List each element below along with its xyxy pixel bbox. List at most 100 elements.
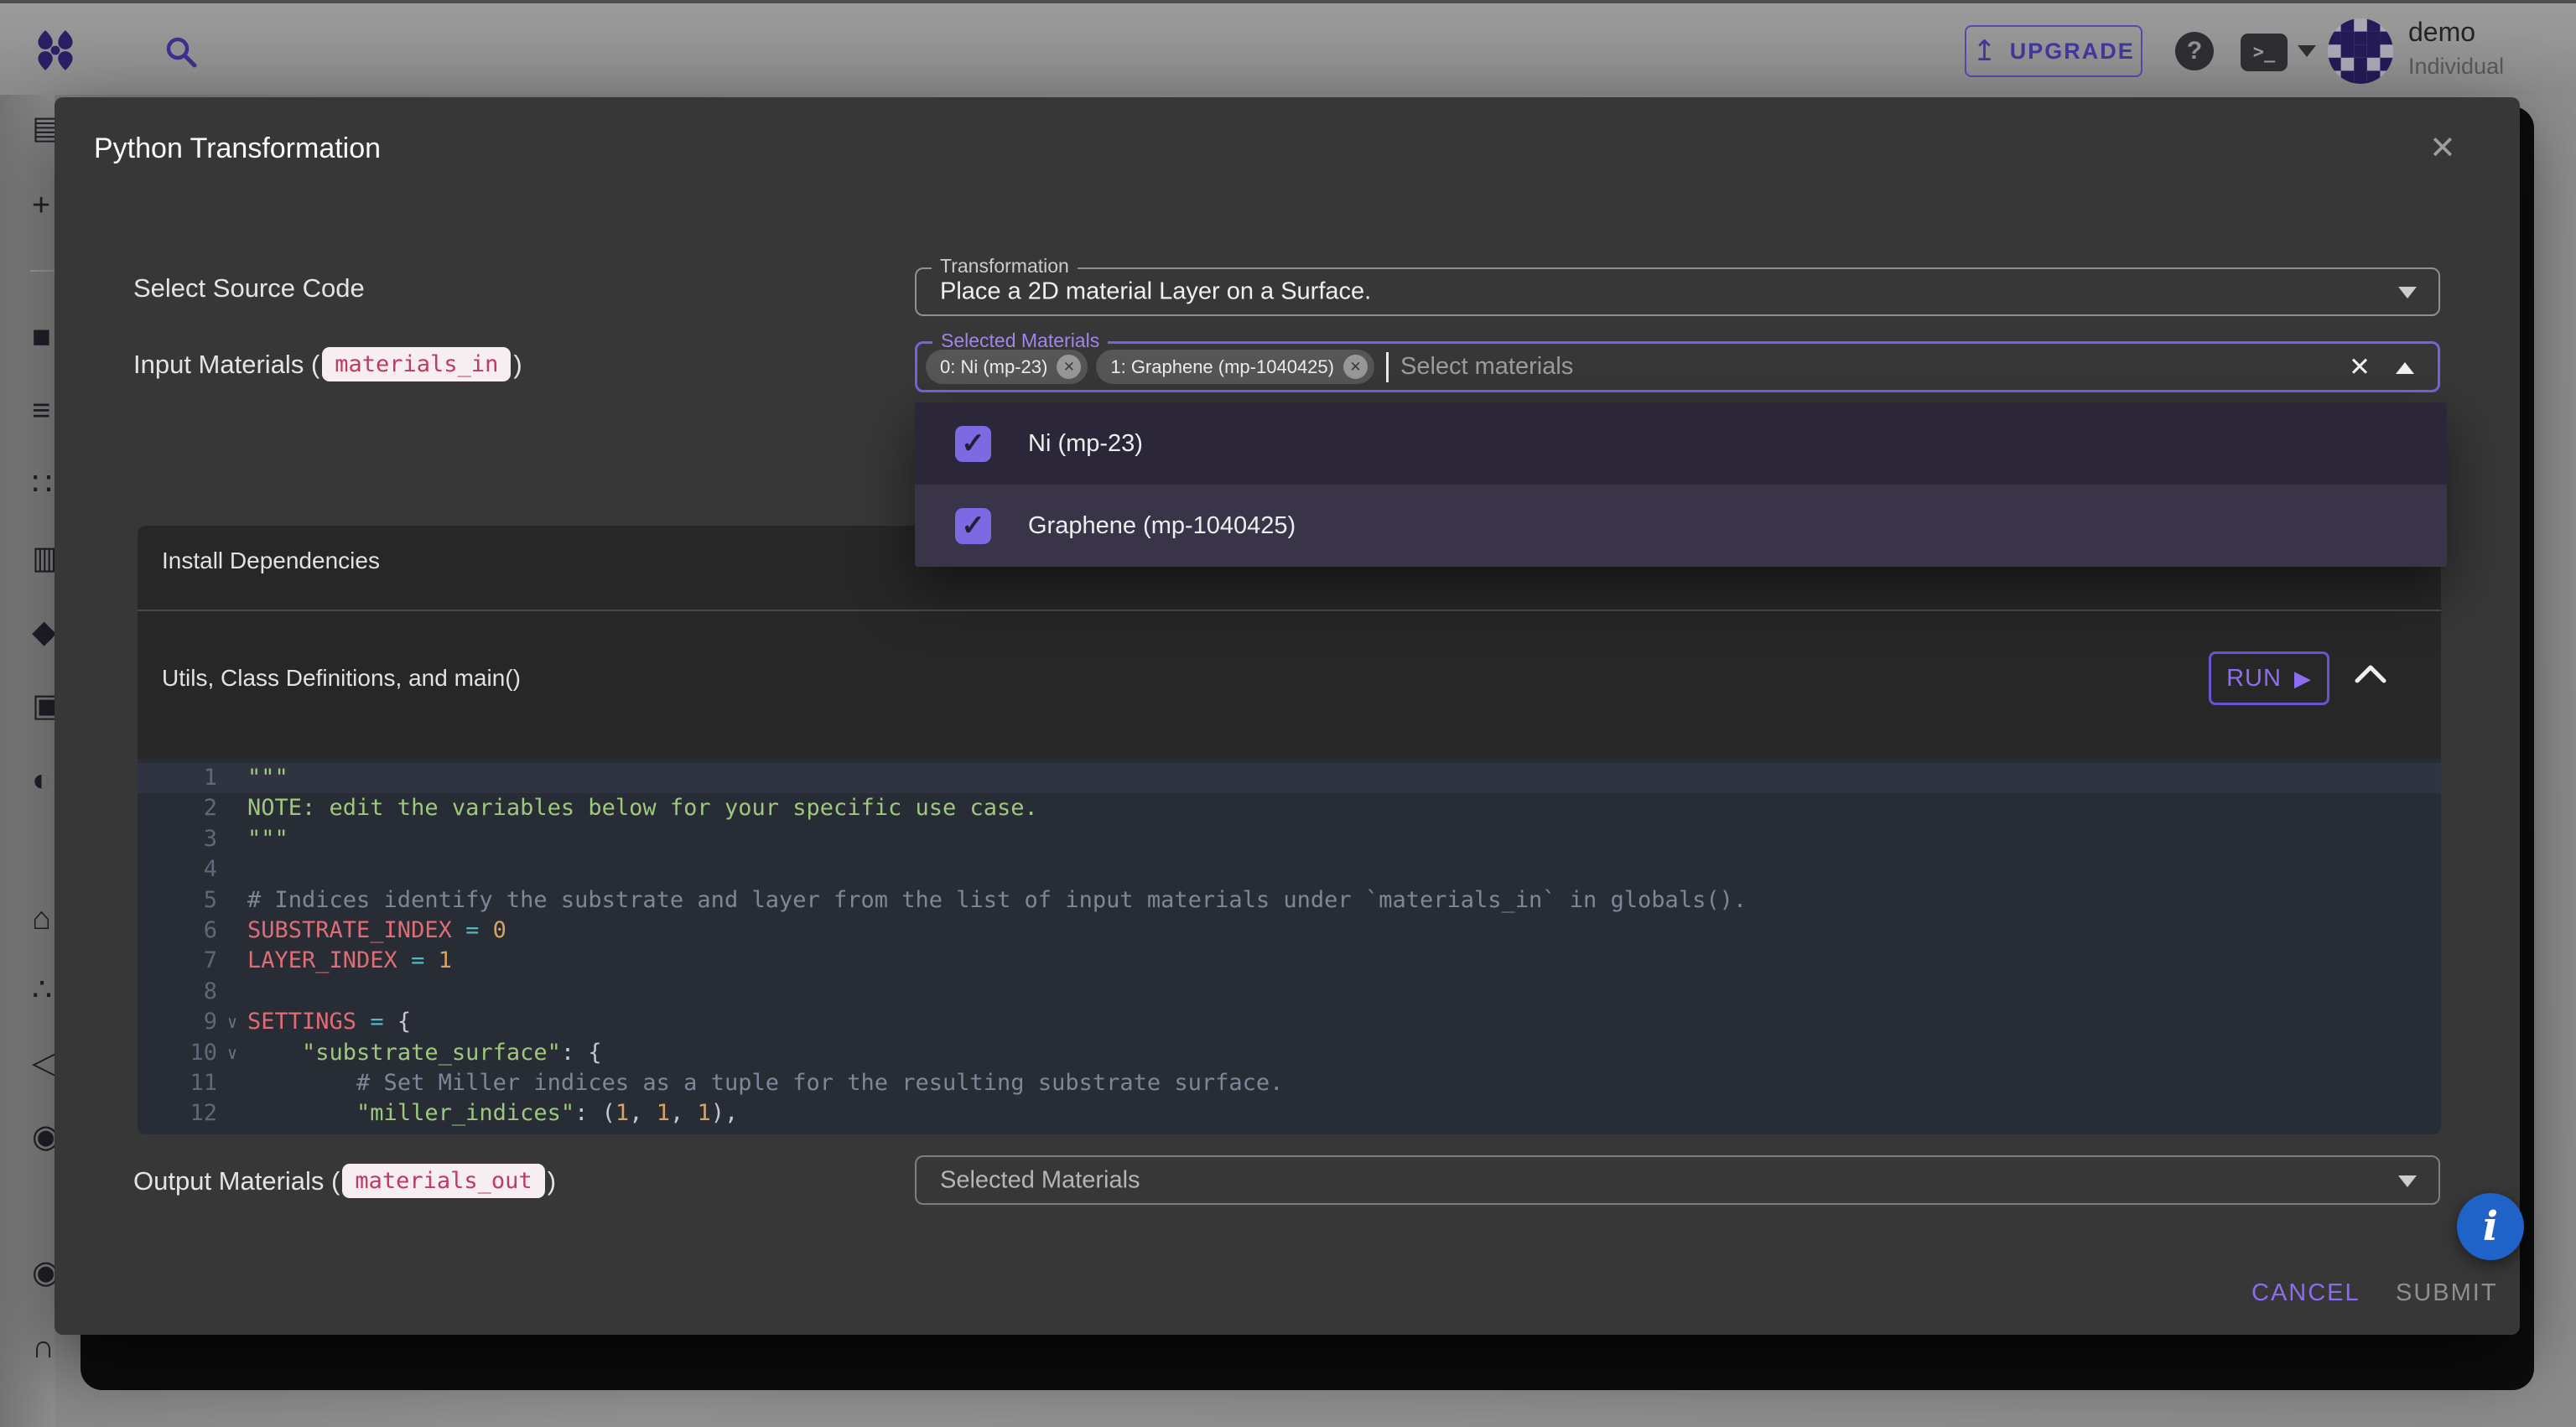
line-number: 9 [138,1007,217,1037]
line-number: 6 [138,916,217,946]
input-materials-label: Input Materials ( materials_in ) [133,347,522,381]
close-icon[interactable]: ✕ [2429,129,2456,167]
code-text: """ [247,824,288,854]
transformation-select[interactable]: Transformation Place a 2D material Layer… [915,267,2440,316]
output-materials-suffix: ) [548,1166,556,1196]
dialog-title: Python Transformation [94,132,381,165]
help-button[interactable]: ? [2175,32,2214,70]
upgrade-button[interactable]: ↥ UPGRADE [1965,25,2142,77]
web-icon[interactable]: ◉ [32,1121,55,1153]
media-icon[interactable]: ▣ [32,690,55,722]
source-code-panel: Install Dependencies Utils, Class Defini… [138,526,2441,1134]
material-option[interactable]: ✓Ni (mp-23) [915,402,2447,485]
fold-gutter [217,885,247,916]
code-text: LAYER_INDEX = 1 [247,946,452,976]
globe-icon[interactable]: ◉ [32,1257,55,1289]
upgrade-arrow-icon: ↥ [1972,34,1998,68]
line-number: 11 [138,1068,217,1098]
chip-delete-icon[interactable]: ✕ [1057,355,1081,379]
fold-gutter [217,1068,247,1098]
fold-gutter [217,946,247,976]
input-materials-prefix: Input Materials ( [133,350,319,380]
app-logo-icon[interactable] [34,29,77,72]
user-avatar[interactable] [2328,18,2393,84]
materials-in-code-chip: materials_in [322,347,511,381]
submit-button[interactable]: SUBMIT [2396,1279,2498,1307]
user-name[interactable]: demo [2408,17,2475,48]
checkbox-checked-icon[interactable]: ✓ [955,508,991,544]
chip-delete-icon[interactable]: ✕ [1343,355,1368,379]
line-number: 1 [138,763,217,793]
console-button[interactable]: >_ [2241,34,2288,71]
collapse-section-icon[interactable] [2353,663,2388,685]
material-option[interactable]: ✓Graphene (mp-1040425) [915,485,2447,567]
fold-arrow-icon[interactable]: ∨ [217,1038,247,1068]
search-icon[interactable] [164,35,198,69]
meter-icon[interactable]: ◐ [32,765,51,797]
cancel-button[interactable]: CANCEL [2251,1279,2360,1307]
section-divider [138,610,2441,611]
atoms-icon[interactable]: ∷ [32,469,52,501]
top-app-bar: ↥ UPGRADE ? >_ demo Individual [0,0,2576,95]
code-editor[interactable]: 1"""2NOTE: edit the variables below for … [138,759,2441,1134]
modules-icon[interactable]: ▤ [32,112,55,144]
code-text: "substrate_surface": { [247,1038,602,1068]
chevron-down-icon[interactable] [2398,287,2417,298]
line-number: 2 [138,793,217,823]
chevron-up-icon[interactable] [2396,362,2414,374]
add-icon[interactable]: + [32,189,50,221]
code-text: # Indices identify the substrate and lay… [247,885,1747,916]
python-transformation-dialog: Python Transformation ✕ Select Source Co… [55,97,2520,1335]
line-number: 12 [138,1098,217,1129]
info-icon: i [2483,1203,2498,1250]
code-line: 6SUBSTRATE_INDEX = 0 [138,916,2441,946]
workflows-icon[interactable]: ◆ [32,616,55,648]
output-materials-label: Output Materials ( materials_out ) [133,1164,556,1198]
selected-materials-multiselect[interactable]: Selected Materials 0: Ni (mp-23)✕1: Grap… [915,341,2440,392]
chip-label: 0: Ni (mp-23) [940,356,1047,378]
code-line: 4 [138,854,2441,885]
select-source-code-label: Select Source Code [133,273,365,304]
list-icon[interactable]: ≡ [32,395,50,427]
upgrade-label: UPGRADE [2010,39,2135,65]
left-sidebar: ▤ + ■ ≡ ∷ ▥ ◆ ▣ ◐ ⌂ ∴ ◁ ◉ ◉ ∩ [0,95,55,1427]
support-icon[interactable]: ∩ [32,1331,55,1363]
utils-section-header[interactable]: Utils, Class Definitions, and main() [162,665,521,692]
line-number: 10 [138,1038,217,1068]
selected-materials-chips: 0: Ni (mp-23)✕1: Graphene (mp-1040425)✕ … [926,344,1573,390]
materials-out-code-chip: materials_out [342,1164,544,1198]
clear-selection-icon[interactable]: ✕ [2349,352,2371,382]
fold-arrow-icon[interactable]: ∨ [217,1007,247,1037]
code-text: # Set Miller indices as a tuple for the … [247,1068,1283,1098]
code-line: 9∨SETTINGS = { [138,1007,2441,1037]
chevron-down-icon[interactable] [2398,1175,2417,1187]
fold-gutter [217,824,247,854]
info-floating-button[interactable]: i [2457,1193,2524,1260]
materials-dropdown-menu: ✓Ni (mp-23)✓Graphene (mp-1040425) [915,402,2447,567]
code-text: "miller_indices": (1, 1, 1), [247,1098,738,1129]
input-materials-suffix: ) [513,350,522,380]
transformation-select-value: Place a 2D material Layer on a Surface. [940,278,1371,306]
code-text: SETTINGS = { [247,1007,411,1037]
code-line: 5# Indices identify the substrate and la… [138,885,2441,916]
material-chip[interactable]: 1: Graphene (mp-1040425)✕ [1096,350,1374,384]
select-materials-placeholder: Select materials [1400,353,1573,381]
line-number: 7 [138,946,217,976]
terminal-icon: >_ [2253,42,2276,63]
line-number: 3 [138,824,217,854]
team-icon[interactable]: ∴ [32,974,52,1006]
bank-icon[interactable]: ▥ [32,542,55,574]
user-role: Individual [2408,54,2504,80]
material-chip[interactable]: 0: Ni (mp-23) ✕ [926,350,1088,384]
code-line: 11 # Set Miller indices as a tuple for t… [138,1068,2441,1098]
code-line: 10∨ "substrate_surface": { [138,1038,2441,1068]
run-button[interactable]: RUN ▶ [2209,651,2329,705]
checkbox-checked-icon[interactable]: ✓ [955,426,991,462]
home-icon[interactable]: ⌂ [32,903,51,935]
share-icon[interactable]: ◁ [32,1047,55,1079]
output-materials-select[interactable]: Selected Materials [915,1155,2440,1205]
console-dropdown-caret-icon[interactable] [2298,45,2316,57]
materials-icon[interactable]: ■ [32,321,51,353]
install-dependencies-section[interactable]: Install Dependencies [162,547,380,574]
run-label: RUN [2226,665,2282,693]
